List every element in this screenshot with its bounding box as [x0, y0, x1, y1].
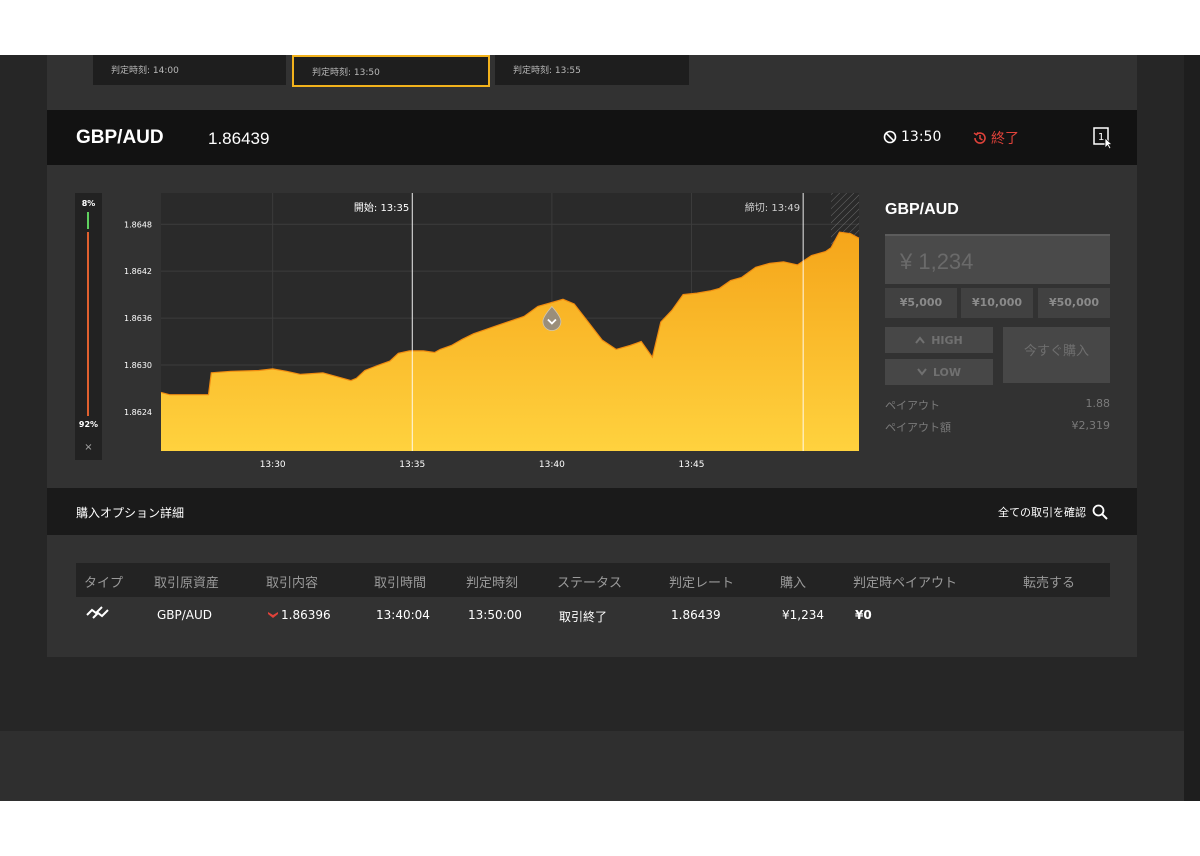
- expiry-time-text: 13:50: [901, 129, 942, 145]
- trade-type-icon: [85, 603, 111, 625]
- history-icon: [973, 132, 986, 144]
- payout-value: 1.88: [1085, 397, 1111, 410]
- option-tile-selected[interactable]: 判定時刻: 13:50: [292, 55, 490, 87]
- option-tile-label: 判定時刻: 13:55: [513, 66, 581, 76]
- column-header-purchase: 購入: [780, 576, 807, 591]
- quick-amount-5000-button[interactable]: ¥5,000: [885, 288, 957, 318]
- one-click-mode-icon[interactable]: 1: [1092, 126, 1114, 154]
- column-header-status: ステータス: [557, 576, 623, 591]
- status-ended-text: 終了: [991, 131, 1019, 147]
- column-header-payout: 判定時ペイアウト: [853, 576, 958, 591]
- page-footer-band: [0, 731, 1200, 801]
- row-trade-time: 13:40:04: [376, 608, 430, 622]
- payout-amount-label: ペイアウト額: [885, 421, 951, 434]
- column-header-expiry: 判定時刻: [466, 576, 519, 591]
- gauge-high-bar: [87, 212, 89, 229]
- asset-pair-title: GBP/AUD: [76, 127, 164, 148]
- scrollbar[interactable]: [1184, 55, 1200, 801]
- column-header-type: タイプ: [84, 576, 124, 591]
- quick-amount-50000-button[interactable]: ¥50,000: [1038, 288, 1110, 318]
- column-header-asset: 取引原資産: [154, 576, 220, 591]
- expiry-time: 13:50: [883, 129, 941, 145]
- option-tile[interactable]: 判定時刻: 13:55: [495, 55, 689, 85]
- trade-panel-title: GBP/AUD: [885, 201, 959, 218]
- row-content-rate: 1.86396: [281, 608, 331, 622]
- option-tile-label: 判定時刻: 14:00: [111, 66, 179, 76]
- high-button-label: HIGH: [931, 333, 963, 347]
- option-tile-label: 判定時刻: 13:50: [312, 68, 380, 78]
- row-expiry: 13:50:00: [468, 608, 522, 622]
- low-button-label: LOW: [932, 365, 962, 379]
- payout-amount-value: ¥2,319: [1071, 419, 1111, 432]
- status-ended: 終了: [972, 128, 1019, 148]
- column-header-resell: 転売する: [1023, 576, 1076, 591]
- low-button[interactable]: LOW: [885, 359, 993, 385]
- chevron-up-icon: [915, 336, 925, 344]
- svg-text:1: 1: [1098, 132, 1104, 143]
- row-payout: ¥0: [855, 608, 872, 622]
- current-rate: 1.86439: [208, 129, 270, 148]
- row-asset: GBP/AUD: [157, 608, 213, 622]
- view-all-trades-link[interactable]: 全ての取引を確認: [998, 504, 1108, 520]
- column-header-content: 取引内容: [266, 576, 319, 591]
- gauge-low-bar: [87, 232, 89, 416]
- gauge-close-icon[interactable]: ×: [75, 442, 102, 453]
- amount-input-value: ¥ 1,234: [900, 249, 974, 274]
- purchase-details-title: 購入オプション詳細: [76, 506, 185, 520]
- low-direction-icon: [268, 612, 278, 618]
- row-purchase: ¥1,234: [782, 608, 824, 622]
- buy-now-button[interactable]: 今すぐ購入: [1003, 327, 1110, 383]
- option-tile[interactable]: 判定時刻: 14:00: [93, 55, 286, 85]
- gauge-low-percent: 92%: [78, 420, 99, 429]
- gauge-high-percent: 8%: [81, 199, 96, 208]
- high-button[interactable]: HIGH: [885, 327, 993, 353]
- column-header-trade-time: 取引時間: [374, 576, 427, 591]
- no-entry-icon: [883, 130, 897, 144]
- column-header-expiry-rate: 判定レート: [669, 576, 735, 591]
- quick-amount-10000-button[interactable]: ¥10,000: [961, 288, 1033, 318]
- purchase-details-bar: [47, 488, 1137, 535]
- view-all-trades-label: 全ての取引を確認: [998, 506, 1086, 519]
- chevron-down-icon: [917, 368, 927, 376]
- payout-label: ペイアウト: [885, 399, 940, 412]
- row-expiry-rate: 1.86439: [671, 608, 721, 622]
- row-status: 取引終了: [559, 610, 608, 624]
- row-content: 1.86396: [268, 608, 331, 622]
- search-icon: [1092, 504, 1108, 520]
